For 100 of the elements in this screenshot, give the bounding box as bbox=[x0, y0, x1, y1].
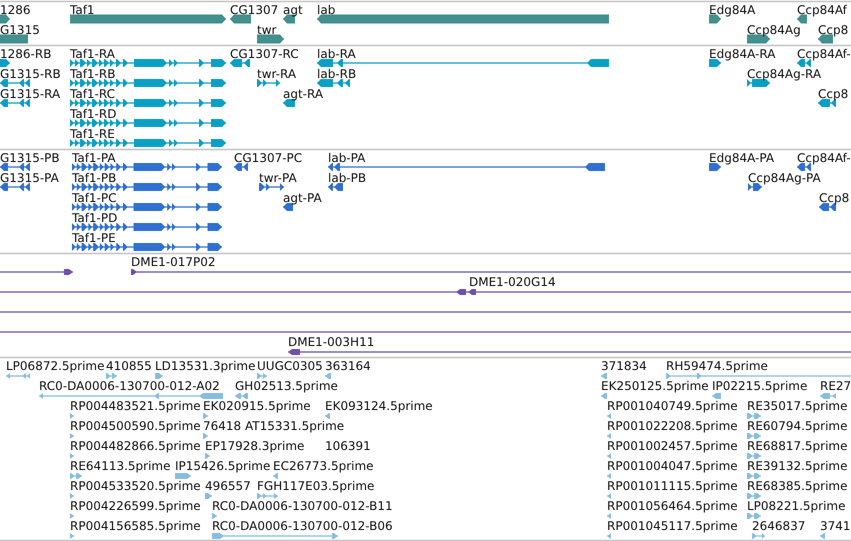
transcript-label: Taf1-RE bbox=[70, 127, 115, 141]
protein-glyph[interactable] bbox=[797, 163, 811, 171]
est-glyph[interactable] bbox=[325, 373, 331, 379]
est-glyph[interactable] bbox=[607, 493, 611, 499]
est-glyph[interactable] bbox=[607, 453, 611, 459]
est-glyph[interactable] bbox=[70, 473, 82, 479]
transcript-label: 1286-RB bbox=[0, 47, 52, 61]
est-glyph[interactable] bbox=[212, 533, 338, 539]
protein-glyph[interactable] bbox=[72, 183, 222, 191]
est-glyph[interactable] bbox=[712, 393, 721, 399]
est-label: RP004533520.5prime bbox=[70, 479, 201, 493]
gene-label: lab bbox=[317, 3, 336, 17]
transcript-glyph[interactable] bbox=[283, 99, 295, 107]
est-glyph[interactable] bbox=[607, 433, 611, 439]
est-glyph[interactable] bbox=[203, 413, 208, 419]
protein-glyph[interactable] bbox=[283, 203, 293, 211]
est-glyph[interactable] bbox=[747, 433, 761, 439]
transcript-label: G1315-RA bbox=[0, 87, 60, 101]
est-label: RE60794.5prime bbox=[747, 419, 848, 433]
est-glyph[interactable] bbox=[607, 513, 611, 519]
est-glyph[interactable] bbox=[257, 373, 267, 379]
est-glyph[interactable] bbox=[747, 493, 761, 499]
est-label: RP004226599.5prime bbox=[70, 499, 201, 513]
est-glyph[interactable] bbox=[203, 433, 208, 439]
est-glyph[interactable] bbox=[205, 453, 210, 459]
est-glyph[interactable] bbox=[70, 433, 74, 439]
est-glyph[interactable] bbox=[607, 413, 611, 419]
protein-label: G1315-PB bbox=[0, 151, 60, 165]
est-label: LD13531.3prime bbox=[155, 359, 256, 373]
est-label: FGH117E03.5prime bbox=[257, 479, 374, 493]
protein-glyph[interactable] bbox=[72, 243, 222, 251]
est-label: EK250125.5prime bbox=[601, 379, 709, 393]
gene-label: G1315 bbox=[0, 23, 40, 37]
protein-glyph[interactable] bbox=[328, 183, 343, 191]
transcript-label: Taf1-RA bbox=[70, 47, 115, 61]
est-glyph[interactable] bbox=[39, 393, 223, 399]
clone-glyph[interactable] bbox=[0, 289, 851, 295]
gene-label: Edg84A bbox=[709, 3, 756, 17]
est-glyph[interactable] bbox=[257, 493, 278, 499]
protein-glyph[interactable] bbox=[748, 183, 762, 191]
est-label: RP004500590.5prime bbox=[70, 419, 201, 433]
est-glyph[interactable] bbox=[235, 393, 248, 399]
est-label: RC0-DA0006-130700-012-B06 bbox=[212, 519, 393, 533]
est-glyph[interactable] bbox=[273, 473, 278, 479]
est-glyph[interactable] bbox=[106, 373, 117, 379]
protein-glyph[interactable] bbox=[0, 183, 30, 191]
protein-glyph[interactable] bbox=[72, 163, 222, 171]
clone-glyph[interactable] bbox=[288, 349, 851, 355]
protein-glyph[interactable] bbox=[328, 163, 605, 171]
transcript-label: Ccp84Ag-RA bbox=[747, 67, 822, 81]
clone-glyph[interactable] bbox=[131, 269, 851, 275]
gene-label: Taf1 bbox=[70, 3, 95, 17]
clone-label: DME1-017P02 bbox=[131, 255, 216, 269]
est-glyph[interactable] bbox=[601, 393, 607, 399]
est-label: RH59474.5prime bbox=[666, 359, 768, 373]
est-label: EP17928.3prime bbox=[205, 439, 304, 453]
est-glyph[interactable] bbox=[70, 513, 74, 519]
est-glyph[interactable] bbox=[70, 453, 74, 459]
est-glyph[interactable] bbox=[155, 373, 163, 379]
est-glyph[interactable] bbox=[70, 493, 74, 499]
protein-glyph[interactable] bbox=[234, 163, 248, 171]
transcript-label: Taf1-RD bbox=[70, 107, 116, 121]
est-glyph[interactable] bbox=[820, 393, 836, 399]
est-label: RP001040749.5prime bbox=[607, 399, 738, 413]
est-glyph[interactable] bbox=[747, 453, 761, 459]
protein-glyph[interactable] bbox=[259, 183, 284, 191]
transcript-label: Taf1-RC bbox=[70, 87, 116, 101]
protein-label: Taf1-PA bbox=[72, 151, 116, 165]
est-glyph[interactable] bbox=[205, 493, 212, 499]
est-glyph[interactable] bbox=[747, 513, 761, 519]
est-glyph[interactable] bbox=[325, 413, 330, 419]
est-label: LP08221.5prime bbox=[747, 499, 846, 513]
protein-label: lab-PA bbox=[328, 151, 366, 165]
est-label: RP001022208.5prime bbox=[607, 419, 738, 433]
est-glyph[interactable] bbox=[70, 533, 74, 539]
est-glyph[interactable] bbox=[752, 533, 765, 539]
protein-glyph[interactable] bbox=[72, 223, 222, 231]
est-glyph[interactable] bbox=[607, 473, 611, 479]
est-glyph[interactable] bbox=[747, 413, 761, 419]
protein-glyph[interactable] bbox=[819, 203, 836, 211]
protein-glyph[interactable] bbox=[72, 203, 222, 211]
est-glyph[interactable] bbox=[70, 413, 74, 419]
clone-glyph[interactable] bbox=[0, 269, 73, 275]
est-glyph[interactable] bbox=[212, 513, 217, 519]
est-label: 363164 bbox=[325, 359, 371, 373]
est-label: RP001045117.5prime bbox=[607, 519, 738, 533]
transcript-label: Edg84A-RA bbox=[709, 47, 776, 61]
est-glyph[interactable] bbox=[820, 533, 825, 539]
protein-label: Edg84A-PA bbox=[709, 151, 774, 165]
est-glyph[interactable] bbox=[747, 473, 761, 479]
est-glyph[interactable] bbox=[6, 373, 30, 379]
est-label: 106391 bbox=[325, 439, 371, 453]
protein-glyph[interactable] bbox=[0, 163, 30, 171]
protein-label: lab-PB bbox=[328, 171, 366, 185]
est-glyph[interactable] bbox=[607, 533, 611, 539]
est-glyph[interactable] bbox=[666, 373, 851, 379]
gene-glyph[interactable] bbox=[283, 14, 295, 24]
est-glyph[interactable] bbox=[601, 373, 607, 379]
est-glyph[interactable] bbox=[175, 473, 191, 479]
protein-glyph[interactable] bbox=[709, 163, 721, 171]
